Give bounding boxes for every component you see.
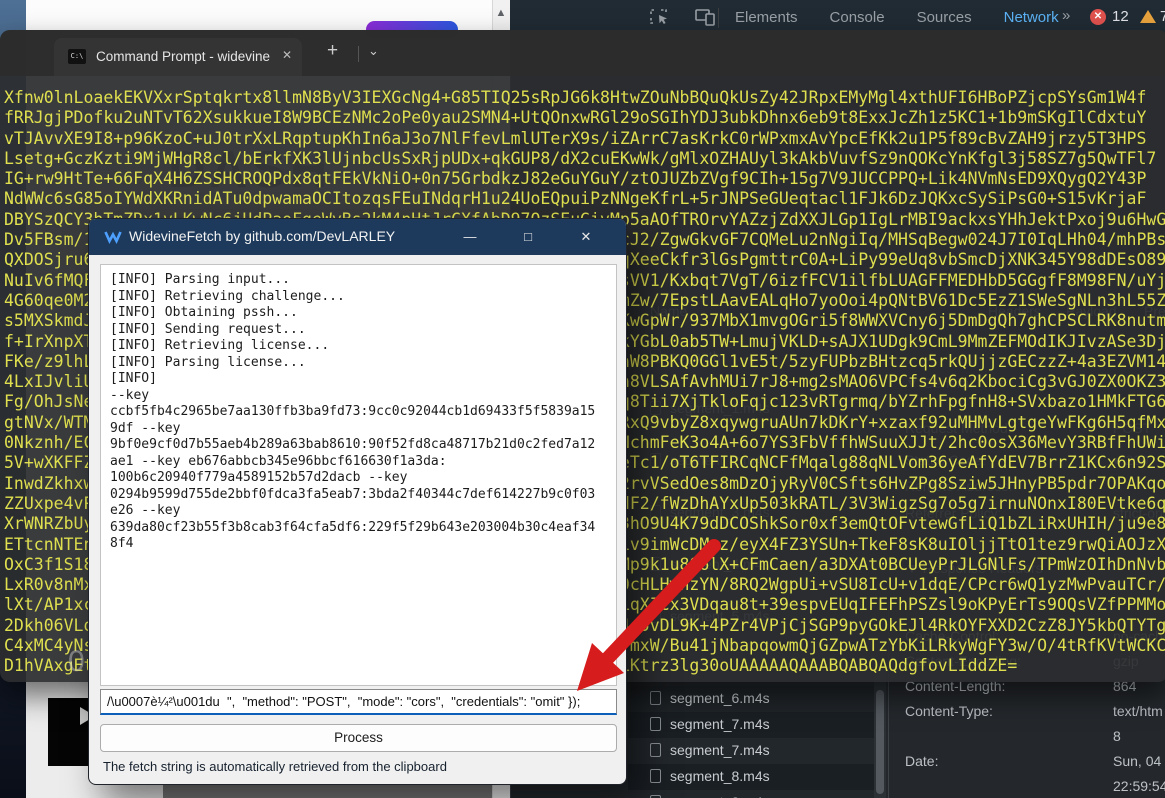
dialog-title: WidevineFetch by github.com/DevLARLEY: [129, 228, 396, 244]
minimize-button[interactable]: —: [457, 227, 483, 247]
document-icon: [650, 691, 661, 705]
error-count[interactable]: 12: [1112, 8, 1129, 25]
maximize-button[interactable]: □: [515, 227, 541, 247]
file-row[interactable]: segment_7.m4s: [628, 712, 874, 738]
terminal-line: Xfnw0lnLoaekEKVXxrSptqkrtx8llmN8ByV3IEXG…: [4, 88, 1147, 107]
cmd-icon: C:\: [68, 49, 86, 64]
widevinefetch-window: WidevineFetch by github.com/DevLARLEY — …: [88, 218, 627, 785]
header-value: Sun, 04: [1113, 753, 1162, 769]
device-toolbar-icon[interactable]: [694, 7, 716, 27]
file-list-scrollbar-thumb[interactable]: [876, 690, 884, 794]
tab-network[interactable]: Network: [1004, 9, 1059, 26]
new-tab-icon[interactable]: +: [327, 40, 338, 62]
tab-elements[interactable]: Elements: [735, 9, 798, 26]
dialog-title-bar[interactable]: WidevineFetch by github.com/DevLARLEY — …: [89, 219, 626, 255]
document-icon: [650, 717, 661, 731]
toolbar-divider: [718, 8, 719, 28]
document-icon: [650, 743, 661, 757]
warning-badge-icon[interactable]: [1140, 10, 1156, 23]
file-row[interactable]: segment_8.m4s: [628, 764, 874, 790]
scroll-up-icon[interactable]: ▲: [494, 6, 508, 20]
terminal-line: NdWWc6sG85oIYWdXKRnidATu0dpwamaOCItozqsF…: [4, 189, 1147, 209]
tab-dropdown-icon[interactable]: ⌄: [368, 43, 379, 59]
terminal-line: fRRJgjPDofku2uNTvT62XsukkueI8W9BCEzNMc2o…: [4, 108, 1147, 128]
process-button[interactable]: Process: [100, 724, 617, 752]
file-row[interactable]: segment_8.m4s: [628, 790, 874, 798]
fetch-string-input[interactable]: [100, 689, 617, 715]
tab-sources[interactable]: Sources: [917, 9, 972, 26]
tab-close-icon[interactable]: ✕: [282, 48, 292, 62]
terminal-tab[interactable]: C:\ Command Prompt - widevine ✕: [54, 38, 302, 76]
status-text: The fetch string is automatically retrie…: [103, 759, 447, 774]
error-badge-icon[interactable]: ✕: [1090, 9, 1106, 25]
header-label: Content-Type:: [905, 703, 993, 719]
header-value: text/htm: [1113, 703, 1163, 719]
document-icon: [650, 769, 661, 783]
warning-count[interactable]: 7: [1160, 8, 1165, 25]
terminal-line: IG+rw9HtTe+66FqX4H6ZSSHCROQPdx8qtFEkVkNi…: [4, 169, 1147, 189]
inspect-icon[interactable]: [649, 7, 671, 27]
screenshot-stage: DASH ▲ ↑↓NameHeadersPayloadPreviewno_aut…: [0, 0, 1165, 798]
header-label: Date:: [905, 753, 939, 769]
file-row[interactable]: segment_7.m4s: [628, 738, 874, 764]
header-value: 8: [1113, 728, 1121, 744]
terminal-line: vTJAvvXE9I8+p96KzoC+uJ0trXxLRqptupKhIn6a…: [4, 128, 1147, 148]
header-value: 22:59:54: [1113, 778, 1165, 794]
terminal-line: Lsetg+GczKzti9MjWHgR8cl/bErkfXK3lUjnbcUs…: [4, 148, 1157, 168]
terminal-tab-title: Command Prompt - widevine: [96, 49, 271, 64]
more-tabs-icon[interactable]: »: [1062, 7, 1070, 24]
terminal-tab-bar: C:\ Command Prompt - widevine ✕ + ⌄: [0, 30, 1165, 76]
tab-console[interactable]: Console: [830, 9, 885, 26]
log-output[interactable]: [INFO] Parsing input... [INFO] Retrievin…: [100, 264, 617, 686]
widevinefetch-icon: [104, 231, 122, 244]
file-row[interactable]: segment_6.m4s: [628, 686, 874, 712]
tab-bar-divider: [358, 46, 359, 62]
page-counter-ghost: 0: [68, 645, 85, 678]
close-button[interactable]: ✕: [573, 227, 599, 247]
